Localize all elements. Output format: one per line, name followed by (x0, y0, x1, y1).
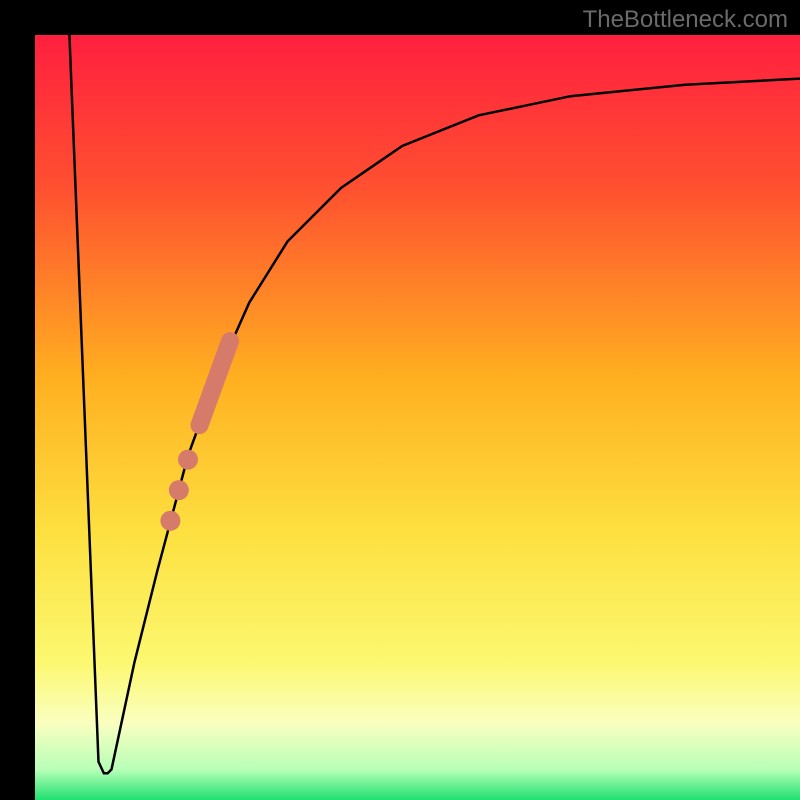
highlight-dot (169, 480, 189, 500)
highlight-dot (178, 450, 198, 470)
watermark-text: TheBottleneck.com (583, 6, 788, 34)
highlight-dot (160, 511, 180, 531)
bottleneck-chart (0, 0, 800, 800)
chart-container: TheBottleneck.com (0, 0, 800, 800)
